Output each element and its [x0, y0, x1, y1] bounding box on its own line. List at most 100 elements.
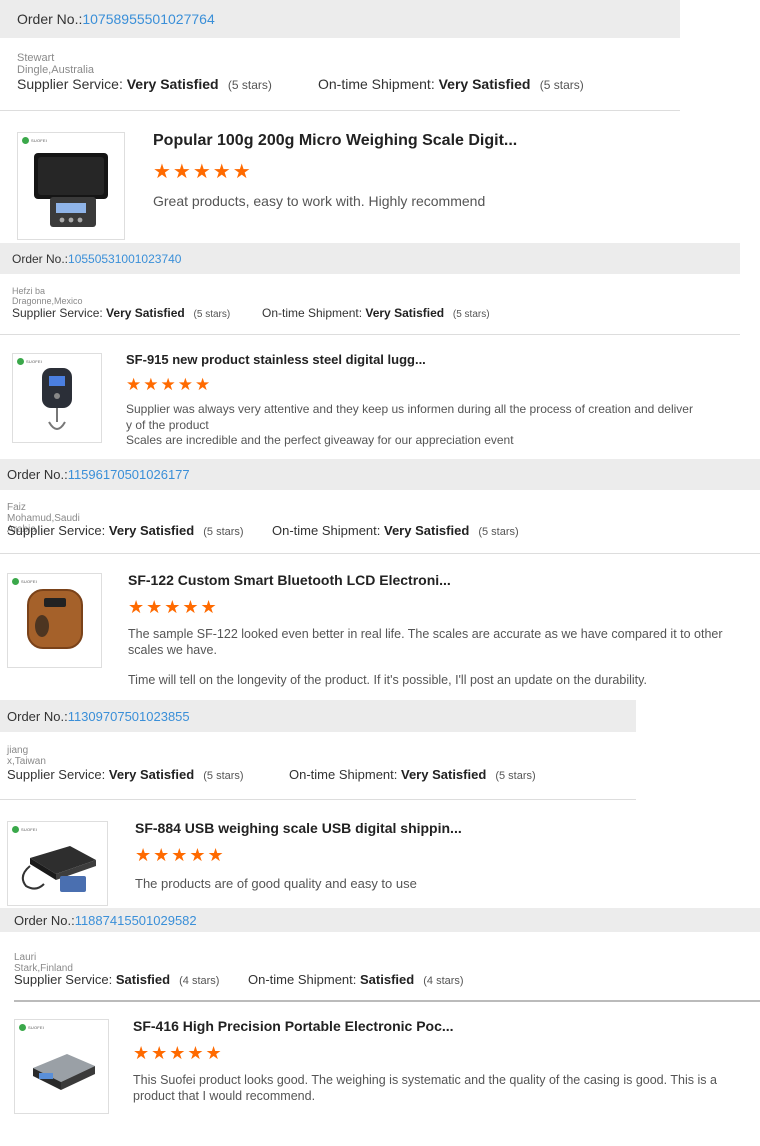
comment-line: [128, 659, 740, 673]
supplier-service-rating: Supplier Service: Very Satisfied (5 star…: [7, 767, 244, 782]
supplier-service-stars: (5 stars): [224, 78, 272, 92]
product-thumbnail[interactable]: SUOFEI: [14, 1019, 109, 1114]
order-label: Order No.:: [7, 467, 68, 482]
product-title-link[interactable]: SF-416 High Precision Portable Electroni…: [133, 1018, 454, 1034]
shipment-label: On-time Shipment:: [272, 523, 384, 538]
review-comment: The sample SF-122 looked even better in …: [128, 626, 740, 688]
shipment-value: Satisfied: [360, 972, 415, 987]
buyer-name: Stewart Dingle,Australia: [17, 52, 95, 76]
product-thumbnail[interactable]: SUOFEI: [17, 132, 125, 240]
order-number-line: Order No.: 11887415501029582: [14, 908, 197, 932]
order-number-line: Order No.: 11596170501026177: [7, 459, 190, 490]
shipment-value: Very Satisfied: [438, 76, 531, 92]
order-bar: Order No.: 10758955501027764: [0, 0, 680, 38]
shipment-rating: On-time Shipment: Very Satisfied (5 star…: [318, 76, 584, 92]
shipment-value: Very Satisfied: [384, 523, 470, 538]
product-rating-stars: ★★★★★: [128, 597, 219, 617]
supplier-service-label: Supplier Service:: [7, 767, 109, 782]
shipment-rating: On-time Shipment: Very Satisfied (5 star…: [272, 523, 519, 538]
supplier-service-rating: Supplier Service: Very Satisfied (5 star…: [12, 306, 230, 320]
comment-line: Great products, easy to work with. Highl…: [153, 193, 486, 209]
supplier-service-rating: Supplier Service: Satisfied (4 stars): [14, 972, 219, 987]
supplier-service-label: Supplier Service:: [14, 972, 116, 987]
product-rating-stars: ★★★★★: [133, 1043, 224, 1063]
shipment-label: On-time Shipment:: [318, 76, 439, 92]
product-rating-stars: ★★★★★: [135, 845, 226, 865]
order-bar: Order No.: 11309707501023855: [0, 700, 636, 732]
supplier-service-stars: (5 stars): [200, 526, 244, 538]
order-label: Order No.:: [7, 708, 68, 724]
buyer-name: Lauri Stark,Finland: [14, 952, 73, 974]
order-bar: Order No.: 11887415501029582: [0, 908, 760, 932]
order-bar: Order No.: 10550531001023740: [0, 243, 740, 274]
product-title-link[interactable]: SF-884 USB weighing scale USB digital sh…: [135, 820, 462, 836]
review-comment: The products are of good quality and eas…: [135, 876, 695, 893]
brand-logo-text: SUOFEI: [21, 579, 38, 584]
order-number-line: Order No.: 10550531001023740: [12, 243, 181, 274]
comment-line: The products are of good quality and eas…: [135, 876, 417, 891]
review-comment: This Suofei product looks good. The weig…: [133, 1072, 739, 1105]
comment-line: y of the product: [126, 417, 209, 432]
comment-line: Time will tell on the longevity of the p…: [128, 673, 647, 688]
shipment-label: On-time Shipment:: [262, 306, 366, 320]
supplier-service-rating: Supplier Service: Very Satisfied (5 star…: [17, 76, 272, 92]
brand-logo-icon: [19, 1024, 26, 1031]
divider: [14, 1000, 760, 1002]
shipment-stars: (5 stars): [450, 309, 490, 320]
order-label: Order No.:: [14, 912, 75, 928]
shipment-stars: (5 stars): [492, 770, 536, 782]
comment-line: Scales are incredible and the perfect gi…: [126, 433, 514, 448]
brand-logo-text: SUOFEI: [26, 359, 43, 364]
product-thumbnail[interactable]: SUOFEI: [12, 353, 102, 443]
order-bar: Order No.: 11596170501026177: [0, 459, 760, 490]
divider: [0, 553, 760, 554]
brand-logo-icon: [22, 137, 29, 144]
supplier-service-label: Supplier Service:: [7, 523, 109, 538]
brand-logo-text: SUOFEI: [31, 138, 48, 143]
shipment-value: Very Satisfied: [401, 767, 487, 782]
buyer-name: jiang x,Taiwan: [7, 745, 46, 767]
product-title-link[interactable]: Popular 100g 200g Micro Weighing Scale D…: [153, 132, 517, 150]
product-thumbnail[interactable]: SUOFEI: [7, 573, 102, 668]
product-thumbnail[interactable]: SUOFEI: [7, 821, 108, 906]
shipment-stars: (4 stars): [420, 975, 464, 987]
divider: [0, 334, 740, 335]
order-label: Order No.:: [12, 251, 69, 266]
divider: [0, 799, 636, 800]
supplier-service-label: Supplier Service:: [17, 76, 127, 92]
brand-logo-icon: [17, 358, 24, 365]
order-number-link[interactable]: 11887415501029582: [75, 913, 197, 928]
supplier-service-value: Very Satisfied: [108, 767, 195, 782]
brand-logo-text: SUOFEI: [21, 827, 38, 832]
brand-logo-text: SUOFEI: [28, 1025, 45, 1030]
comment-line: The sample SF-122 looked even better in …: [128, 627, 723, 658]
order-number-link[interactable]: 10550531001023740: [68, 252, 181, 266]
shipment-rating: On-time Shipment: Very Satisfied (5 star…: [289, 767, 536, 782]
comment-line: Supplier was always very attentive and t…: [126, 402, 693, 416]
shipment-label: On-time Shipment:: [289, 767, 401, 782]
product-title-link[interactable]: SF-122 Custom Smart Bluetooth LCD Electr…: [128, 572, 451, 588]
buyer-name: Hefzi ba Dragonne,Mexico: [12, 286, 83, 306]
supplier-service-stars: (4 stars): [176, 975, 220, 987]
brand-logo: SUOFEI: [17, 358, 42, 365]
supplier-service-value: Very Satisfied: [106, 306, 185, 320]
product-rating-stars: ★★★★★: [126, 375, 213, 394]
order-number-link[interactable]: 11309707501023855: [68, 709, 190, 724]
order-number-link[interactable]: 10758955501027764: [82, 11, 214, 27]
review-comment: Great products, easy to work with. Highl…: [153, 192, 713, 210]
review-comment: Supplier was always very attentive and t…: [126, 402, 726, 449]
supplier-service-value: Satisfied: [115, 972, 171, 987]
supplier-service-rating: Supplier Service: Very Satisfied (5 star…: [7, 523, 244, 538]
brand-logo: SUOFEI: [12, 826, 37, 833]
order-number-link[interactable]: 11596170501026177: [68, 467, 190, 482]
order-label: Order No.:: [17, 11, 83, 27]
product-title-link[interactable]: SF-915 new product stainless steel digit…: [126, 352, 426, 367]
supplier-service-stars: (5 stars): [200, 770, 244, 782]
comment-line: This Suofei product looks good. The weig…: [133, 1073, 717, 1104]
product-rating-stars: ★★★★★: [153, 161, 253, 183]
shipment-label: On-time Shipment:: [248, 972, 360, 987]
brand-logo-icon: [12, 826, 19, 833]
order-number-line: Order No.: 10758955501027764: [17, 0, 215, 38]
shipment-stars: (5 stars): [475, 526, 519, 538]
shipment-stars: (5 stars): [536, 78, 584, 92]
